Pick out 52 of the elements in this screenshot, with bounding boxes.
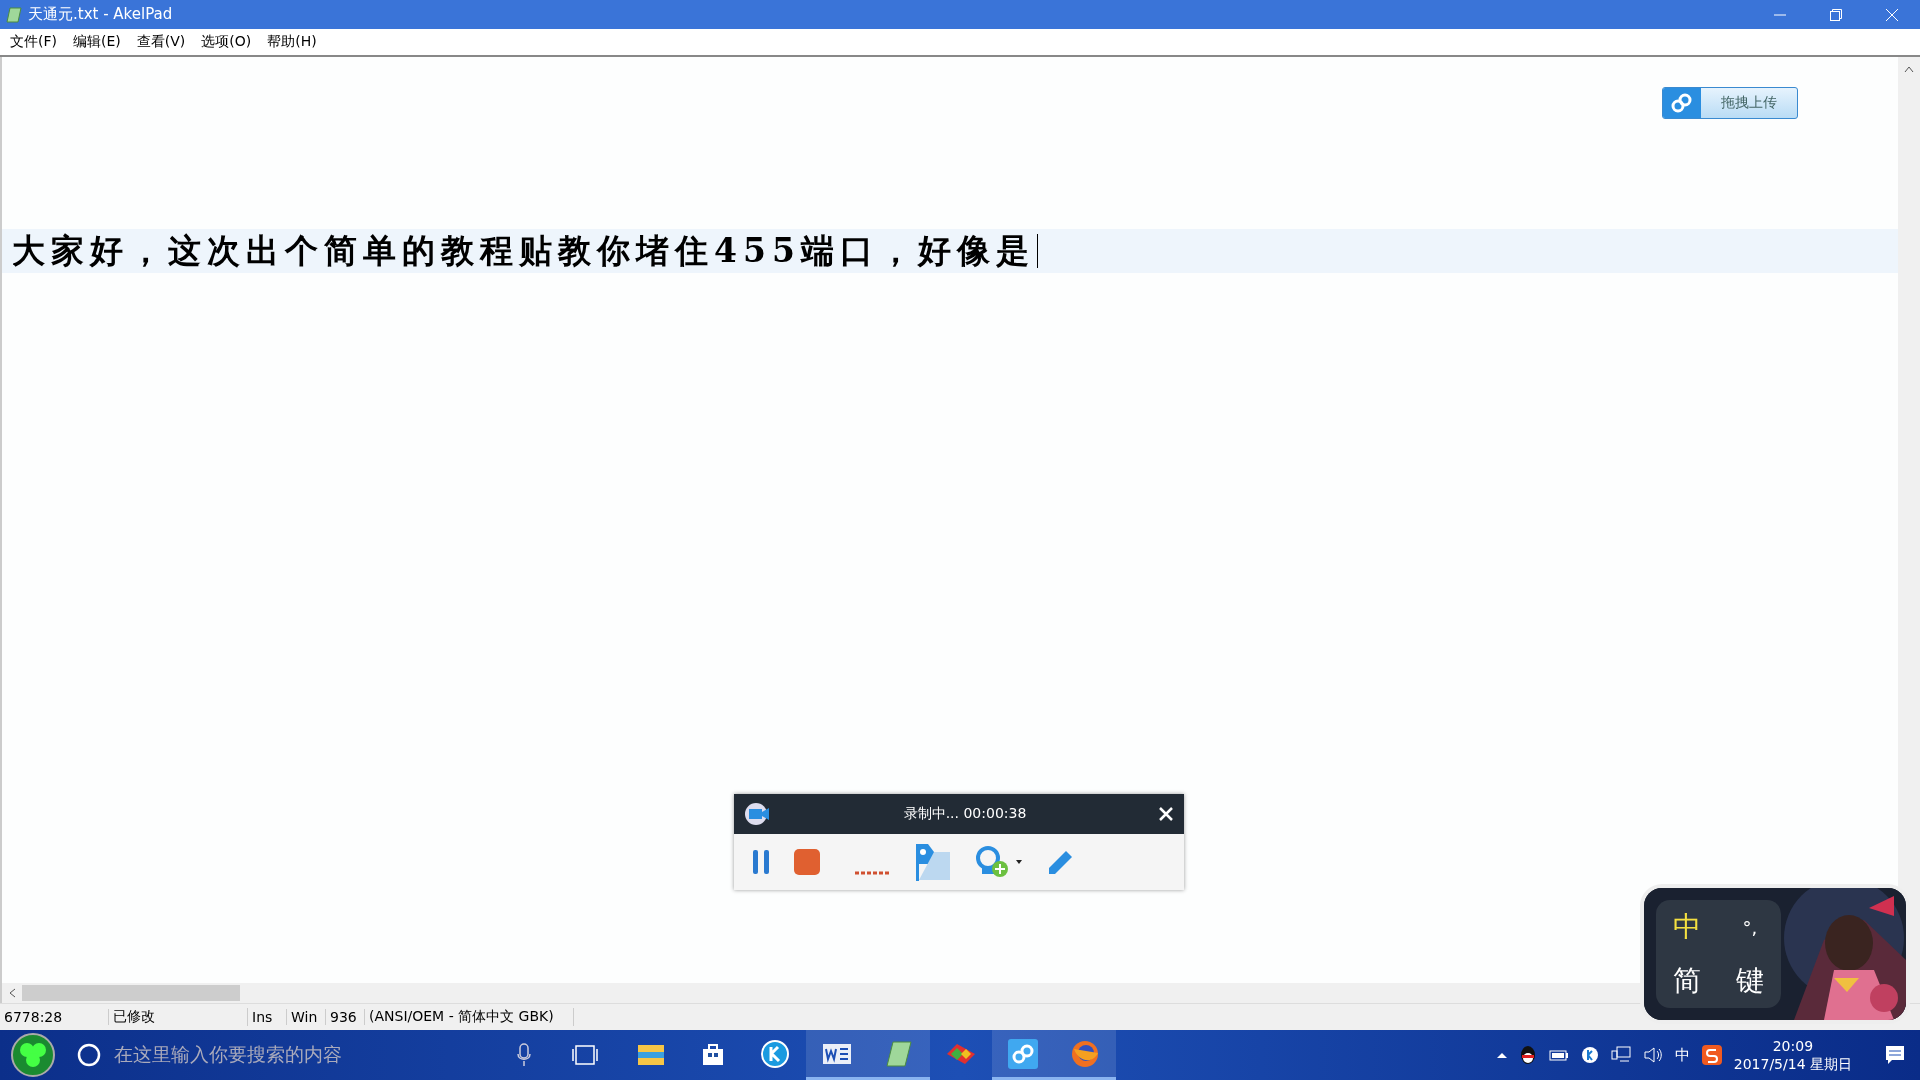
k-logo-icon[interactable] [1580, 1046, 1599, 1064]
scroll-left-icon[interactable] [8, 988, 18, 998]
s-logo-icon[interactable] [1701, 1045, 1722, 1065]
menu-item[interactable]: 帮助(H) [261, 33, 323, 51]
document-icon [823, 1041, 851, 1066]
status-text: Ins [248, 1009, 287, 1025]
penguin-icon[interactable] [1518, 1045, 1537, 1065]
clover-start-icon[interactable] [8, 1032, 58, 1078]
punctuation-key[interactable]: °, [1742, 916, 1758, 938]
taskbar-app[interactable] [992, 1030, 1054, 1080]
status-text: Win [287, 1009, 326, 1025]
status-text: 936 [326, 1009, 365, 1025]
task-view-icon[interactable] [572, 1044, 598, 1066]
dropdown-arrow-icon[interactable] [1016, 860, 1022, 864]
search-icon [76, 1042, 102, 1068]
taskbar-app[interactable] [868, 1030, 930, 1080]
menu-item[interactable]: 编辑(E) [67, 33, 127, 51]
status-text: 已修改 [109, 1008, 248, 1026]
search-placeholder: 在这里输入你要搜索的内容 [114, 1042, 342, 1067]
k-logo-icon [760, 1038, 790, 1069]
status-text: 6778:28 [0, 1009, 109, 1025]
vertical-scrollbar[interactable] [1898, 57, 1920, 983]
firefox-icon [1070, 1038, 1100, 1069]
recording-status: 录制中... 00:00:38 [902, 805, 1028, 823]
pause-icon[interactable] [752, 849, 770, 875]
notification-icon[interactable] [1884, 1044, 1906, 1066]
volume-icon[interactable] [1642, 1046, 1663, 1064]
microphone-icon[interactable] [516, 1043, 532, 1067]
window-title: 天通元.txt - AkelPad [27, 5, 174, 24]
chevron-up-icon[interactable] [1496, 1052, 1507, 1058]
clock[interactable]: 20:09 2017/5/14 星期日 [1733, 1037, 1852, 1073]
taskbar-app[interactable] [806, 1030, 868, 1080]
battery-icon[interactable] [1548, 1049, 1569, 1061]
video-camera-icon [744, 802, 772, 826]
notepad-icon [885, 1039, 913, 1068]
close-icon [1885, 7, 1899, 22]
upload-button[interactable]: 拖拽上传 [1662, 87, 1798, 119]
menu-item[interactable]: 选项(O) [195, 33, 258, 51]
chinese-mode-key[interactable]: 中 [1673, 908, 1702, 946]
restore-icon [1830, 8, 1842, 21]
webcam-add-icon[interactable] [976, 846, 1010, 878]
status-text: (ANSI/OEM - 简体中文 GBK) [365, 1008, 574, 1026]
close-icon[interactable] [1158, 806, 1174, 822]
menu-item[interactable]: 文件(F) [4, 33, 63, 51]
menu-item[interactable]: 查看(V) [130, 33, 192, 51]
stop-icon[interactable] [794, 849, 820, 875]
scroll-up-icon[interactable] [1904, 65, 1914, 73]
network-icon[interactable] [1610, 1046, 1631, 1064]
input-method-indicator[interactable]: 中 [1674, 1045, 1690, 1065]
search-field[interactable]: 在这里输入你要搜索的内容 [64, 1031, 506, 1079]
notepad-icon [6, 6, 22, 23]
flag-icon[interactable] [914, 843, 952, 881]
